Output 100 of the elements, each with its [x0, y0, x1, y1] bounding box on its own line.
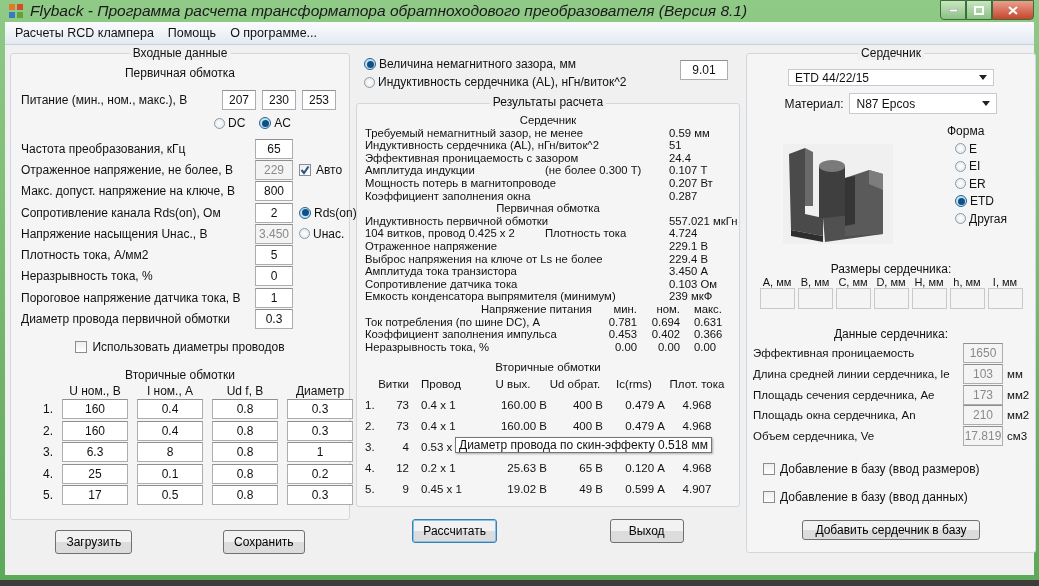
input-field[interactable]: 65 [255, 138, 293, 159]
table-cell: 0.599 А [625, 483, 665, 496]
button[interactable]: Выход [609, 518, 684, 543]
button[interactable]: Рассчитать [412, 518, 497, 543]
column-header: I ном., А [146, 383, 194, 398]
result-value: 0.00 [615, 340, 637, 353]
input-field[interactable] [759, 288, 795, 310]
button[interactable]: Сохранить [222, 530, 305, 555]
radio-button[interactable]: AC [259, 116, 291, 130]
row-number: 5. [42, 488, 53, 503]
input-field[interactable]: 6.3 [62, 442, 128, 463]
input-field[interactable]: 0.3 [255, 309, 293, 329]
result-label: Амплитуда индукции [365, 164, 476, 177]
row-number: 5. [365, 483, 375, 496]
input-field[interactable]: 0.1 [137, 463, 203, 484]
input-field[interactable]: 160 [62, 420, 128, 441]
caret-icon [982, 101, 991, 107]
table-cell: 9 [402, 483, 409, 496]
radio-label[interactable]: Величина немагнитного зазора, мм [379, 57, 577, 71]
column-header: Витки [378, 378, 409, 391]
checkbox[interactable]: Добавление в базу (ввод данных) [763, 490, 968, 505]
column-header: Провод [421, 378, 461, 391]
input-field[interactable]: 0.2 [287, 463, 353, 484]
input-field[interactable]: 0.8 [212, 485, 278, 506]
input-field[interactable] [911, 288, 947, 310]
input-field[interactable]: 0.5 [137, 485, 203, 506]
maximize-button[interactable] [966, 0, 992, 20]
table-cell: 0.2 x 1 [421, 462, 456, 475]
table-cell: 400 В [572, 399, 603, 412]
input-field[interactable]: 0.3 [287, 485, 353, 506]
radio-button[interactable] [364, 58, 376, 70]
column-header: A, мм [761, 276, 793, 289]
unit-label: см3 [1007, 430, 1029, 443]
input-field[interactable]: 0.8 [212, 399, 278, 420]
section-title: Первичная обмотка [496, 202, 600, 215]
result-label: Сопротивление датчика тока [365, 277, 519, 291]
input-field[interactable]: 0.3 [287, 399, 353, 420]
input-field[interactable]: 0.4 [137, 399, 203, 420]
radio-button[interactable]: EI [955, 159, 1007, 174]
input-field[interactable]: 0.4 [137, 420, 203, 441]
result-label: Коэффициент заполнения импульса [365, 328, 558, 341]
result-value: 0.00 [658, 340, 680, 353]
input-field[interactable]: 0.3 [287, 420, 353, 441]
input-field[interactable]: 1 [287, 442, 353, 463]
button[interactable]: Добавить сердечник в базу [802, 520, 980, 540]
radio-button[interactable]: Rds(on) [299, 205, 357, 220]
input-field[interactable]: 8 [137, 442, 203, 463]
input-field[interactable]: 230 [262, 90, 296, 110]
button[interactable]: Загрузить [55, 530, 133, 555]
input-field[interactable] [835, 288, 871, 310]
radio-button[interactable]: ETD [955, 194, 1007, 209]
panel-title: Результаты расчета [489, 96, 607, 109]
close-button[interactable] [992, 0, 1034, 20]
table-cell: 400 В [572, 420, 603, 433]
column-header: D, мм [875, 276, 907, 289]
input-field[interactable]: 0.8 [212, 463, 278, 484]
menu-item[interactable]: Помощь [161, 24, 223, 42]
input-field[interactable]: 0.8 [212, 442, 278, 463]
result-value: 24.4 [669, 151, 692, 165]
radio-button[interactable]: Другая [955, 211, 1007, 226]
input-field[interactable]: 25 [62, 463, 128, 484]
input-field[interactable]: 2 [255, 202, 293, 223]
checkbox[interactable]: Использовать диаметры проводов [75, 339, 285, 354]
radio-label[interactable]: Индуктивность сердечника (AL), нГн/виток^2 [378, 75, 627, 89]
input-field[interactable]: 253 [302, 90, 336, 110]
dropdown[interactable]: N87 Epcos [849, 93, 998, 115]
input-field[interactable] [987, 288, 1023, 310]
input-field[interactable]: 1 [255, 287, 293, 308]
radio-button[interactable]: DC [214, 116, 246, 130]
input-field[interactable]: 0.8 [212, 420, 278, 441]
input-field[interactable]: 160 [62, 399, 128, 420]
column-header: Ud f, В [226, 383, 264, 398]
table-cell: 4.968 [682, 420, 712, 433]
column-header: B, мм [799, 276, 831, 289]
input-field[interactable]: 5 [255, 245, 293, 266]
maximize-icon [974, 5, 984, 15]
input-field[interactable]: 0 [255, 266, 293, 287]
result-label: Неразрывность тока, % [365, 340, 490, 354]
input-field[interactable] [873, 288, 909, 310]
input-field[interactable]: 800 [255, 181, 293, 202]
input-field[interactable]: 207 [222, 90, 256, 110]
menu-item[interactable]: О программе... [224, 24, 323, 42]
input-field[interactable] [797, 288, 833, 310]
input-field[interactable]: 9.01 [680, 60, 728, 80]
input-field[interactable]: 17 [62, 485, 128, 506]
result-label: (не более 0.300 Т) [545, 164, 643, 177]
table-cell: 0.4 x 1 [421, 399, 456, 412]
dropdown[interactable]: ETD 44/22/15 [788, 69, 994, 87]
section-title: Первичная обмотка [124, 66, 236, 80]
row-number: 1. [42, 402, 53, 417]
checkbox[interactable]: Добавление в базу (ввод размеров) [763, 462, 980, 477]
radio-button[interactable] [364, 76, 375, 88]
radio-button[interactable]: E [955, 141, 1007, 156]
input-field[interactable] [949, 288, 985, 310]
column-header: ном. [656, 302, 680, 315]
section-title: Вторичные обмотки [495, 361, 601, 374]
menu-item[interactable]: Расчеты RCD клампера [9, 24, 160, 42]
field-label: Сопротивление канала Rds(on), Ом [21, 205, 222, 220]
radio-button[interactable]: ER [955, 176, 1007, 191]
minimize-button[interactable] [940, 0, 966, 20]
